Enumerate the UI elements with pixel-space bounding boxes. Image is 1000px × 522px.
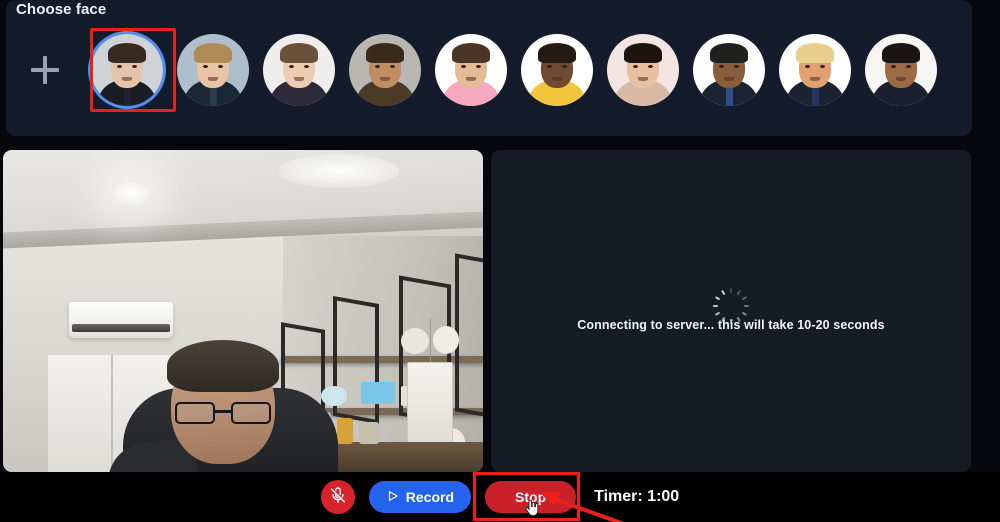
avatar [435, 34, 507, 106]
shelf-frame-4 [455, 253, 483, 421]
stop-button[interactable]: Stop [485, 481, 577, 513]
person-hair [167, 340, 279, 392]
face-option-9[interactable] [858, 24, 944, 116]
microphone-muted-icon [329, 487, 347, 508]
connection-status: Connecting to server... this will take 1… [491, 288, 971, 332]
avatar [521, 34, 593, 106]
eyeglasses-icon [175, 402, 271, 424]
output-preview-panel[interactable]: Connecting to server... this will take 1… [491, 150, 971, 472]
face-option-4[interactable] [428, 24, 514, 116]
mute-microphone-button[interactable] [320, 480, 355, 514]
face-option-3[interactable] [342, 24, 428, 116]
avatar [607, 34, 679, 106]
ceiling-light-strip [279, 154, 399, 188]
play-triangle-icon [386, 489, 400, 506]
face-option-8[interactable] [772, 24, 858, 116]
shelf-item-box-2 [321, 386, 347, 406]
stop-button-wrapper: Stop [473, 472, 581, 521]
shelf-item-box-1 [361, 382, 395, 404]
face-option-2[interactable] [256, 24, 342, 116]
avatar [263, 34, 335, 106]
avatar [779, 34, 851, 106]
avatar [177, 34, 249, 106]
record-button-label: Record [405, 489, 455, 505]
webcam-video-frame [3, 150, 483, 472]
air-conditioner [69, 302, 173, 338]
record-button[interactable]: Record [368, 481, 472, 513]
desk-item-3 [359, 422, 379, 444]
loading-spinner-icon [713, 288, 749, 324]
shelf-item-plush-1 [401, 328, 429, 354]
desk-item-2 [337, 418, 353, 444]
webcam-preview[interactable] [3, 150, 483, 472]
face-option-1[interactable] [170, 24, 256, 116]
ceiling-light-icon [110, 180, 152, 206]
shelf-item-plush-2 [433, 326, 459, 354]
add-face-button[interactable] [6, 24, 84, 116]
avatar [91, 34, 163, 106]
face-option-5[interactable] [514, 24, 600, 116]
page-title: Choose face [16, 1, 107, 18]
hanging-cord [430, 318, 431, 364]
app-root: Choose face Connecting to server... this… [0, 0, 1000, 522]
plus-icon [31, 56, 59, 84]
avatar [349, 34, 421, 106]
choose-face-panel: Choose face [6, 0, 972, 136]
control-bar: Record Stop Timer: 1:00 [0, 472, 1000, 522]
avatar [865, 34, 937, 106]
recording-timer: Timer: 1:00 [594, 488, 680, 505]
face-option-7[interactable] [686, 24, 772, 116]
face-option-0[interactable] [84, 24, 176, 116]
face-list [6, 22, 972, 118]
avatar [693, 34, 765, 106]
hanging-white-bag [407, 362, 453, 448]
face-option-6[interactable] [600, 24, 686, 116]
